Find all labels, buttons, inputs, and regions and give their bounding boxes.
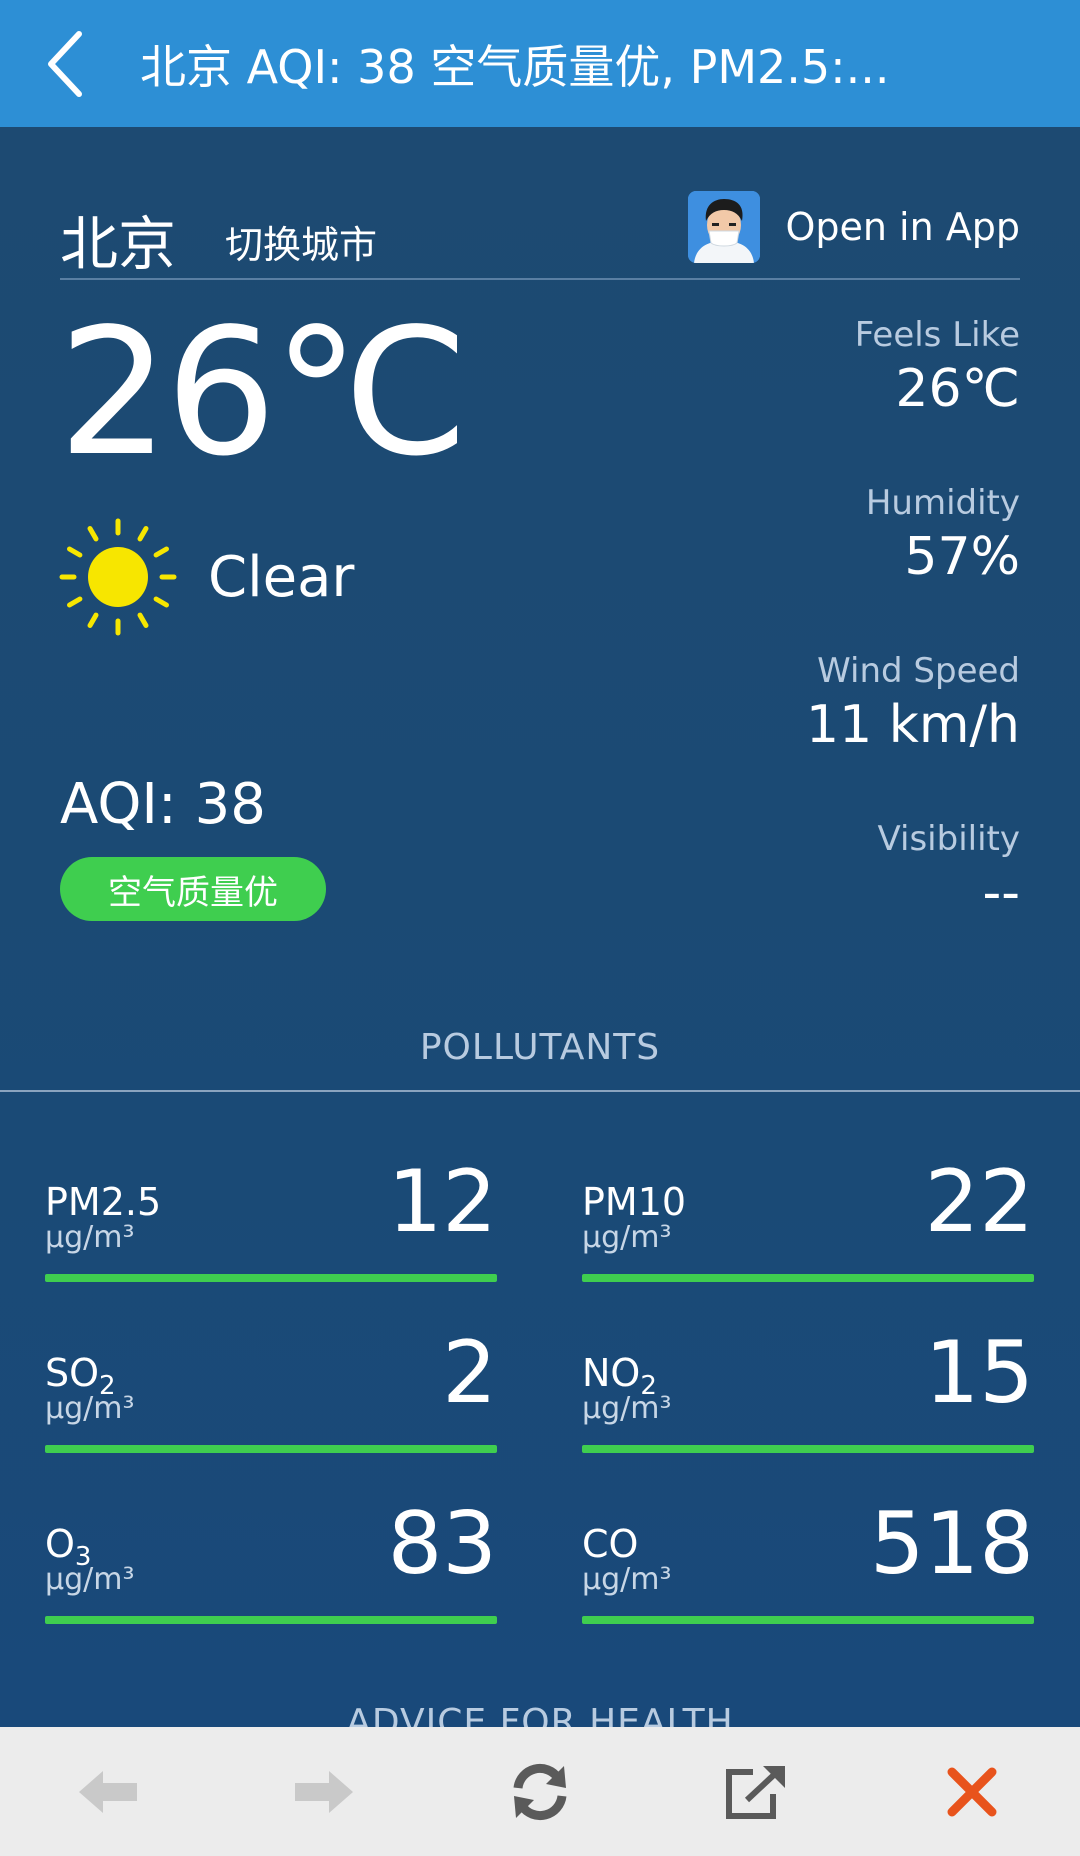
refresh-icon [513,1763,567,1820]
arrow-right-icon [295,1770,353,1813]
pollutant-level-bar [45,1445,497,1453]
app-top-bar: 北京 AQI: 38 空气质量优, PM2.5:... [0,0,1080,127]
back-button[interactable] [0,0,130,127]
arrow-left-icon [79,1770,137,1813]
visibility-value: -- [982,863,1020,923]
feels-like-stat: Feels Like 26℃ [855,315,1020,419]
weather-panel: 北京 切换城市 Open in App 26℃ Clear Feels Like… [0,127,1080,1727]
pollutant-no2: NO2 μg/m³ 15 [582,1323,1034,1453]
pollutant-value: 22 [924,1152,1034,1252]
close-icon [947,1767,997,1816]
wind-speed-label: Wind Speed [817,651,1020,691]
pollutant-name: CO [582,1522,639,1566]
weather-condition: Clear [58,517,354,637]
visibility-label: Visibility [877,819,1021,859]
pollutant-pm10: PM10 μg/m³ 22 [582,1152,1034,1282]
page-title: 北京 AQI: 38 空气质量优, PM2.5:... [140,39,890,94]
pollutant-unit: μg/m³ [582,1391,672,1426]
pollutant-value: 518 [869,1494,1034,1594]
pollutant-so2: SO2 μg/m³ 2 [45,1323,497,1453]
wind-speed-value: 11 km/h [806,695,1020,755]
pollutant-unit: μg/m³ [45,1562,135,1597]
pollutants-heading: POLLUTANTS [419,1027,661,1068]
pollutant-level-bar [582,1445,1034,1453]
feels-like-value: 26℃ [895,359,1020,419]
share-button[interactable] [648,1727,864,1856]
pollutant-unit: μg/m³ [45,1391,135,1426]
aqi-status-badge: 空气质量优 [60,857,326,921]
masked-person-avatar-icon [688,191,761,263]
humidity-value: 57% [904,527,1020,587]
open-external-icon [726,1765,785,1819]
open-in-app-button[interactable]: Open in App [688,191,1020,263]
pollutant-name: PM10 [582,1180,687,1224]
open-in-app-label: Open in App [785,205,1020,249]
current-temperature: 26℃ [58,292,469,495]
humidity-label: Humidity [865,483,1020,523]
pollutant-unit: μg/m³ [45,1220,135,1255]
pollutant-pm25: PM2.5 μg/m³ 12 [45,1152,497,1282]
pollutant-co: CO μg/m³ 518 [582,1494,1034,1624]
pollutant-value: 15 [924,1323,1034,1423]
feels-like-label: Feels Like [854,315,1020,355]
pollutant-name: PM2.5 [45,1180,162,1224]
aqi-value: AQI: 38 [60,772,266,837]
advice-heading: ADVICE FOR HEALTH [346,1702,734,1727]
chevron-left-icon [48,30,82,97]
nav-forward-button[interactable] [216,1727,432,1856]
pollutant-o3: O3 μg/m³ 83 [45,1494,497,1624]
browser-toolbar [0,1727,1080,1856]
close-button[interactable] [864,1727,1080,1856]
visibility-stat: Visibility -- [878,819,1021,923]
pollutant-unit: μg/m³ [582,1562,672,1597]
condition-label: Clear [208,544,355,610]
header-divider [60,278,1020,280]
pollutant-level-bar [45,1616,497,1624]
switch-city-link[interactable]: 切换城市 [225,214,377,269]
nav-back-button[interactable] [0,1727,216,1856]
pollutant-value: 12 [387,1152,497,1252]
pollutant-level-bar [45,1274,497,1282]
pollutant-value: 83 [387,1494,497,1594]
pollutant-level-bar [582,1616,1034,1624]
pollutant-value: 2 [442,1323,497,1423]
city-name: 北京 [60,210,177,278]
pollutant-unit: μg/m³ [582,1220,672,1255]
pollutant-level-bar [582,1274,1034,1282]
sun-icon [59,518,177,636]
humidity-stat: Humidity 57% [866,483,1020,587]
wind-speed-stat: Wind Speed 11 km/h [806,651,1020,755]
pollutants-divider [0,1090,1080,1092]
refresh-button[interactable] [432,1727,648,1856]
city-header: 北京 切换城市 Open in App [60,169,1020,279]
